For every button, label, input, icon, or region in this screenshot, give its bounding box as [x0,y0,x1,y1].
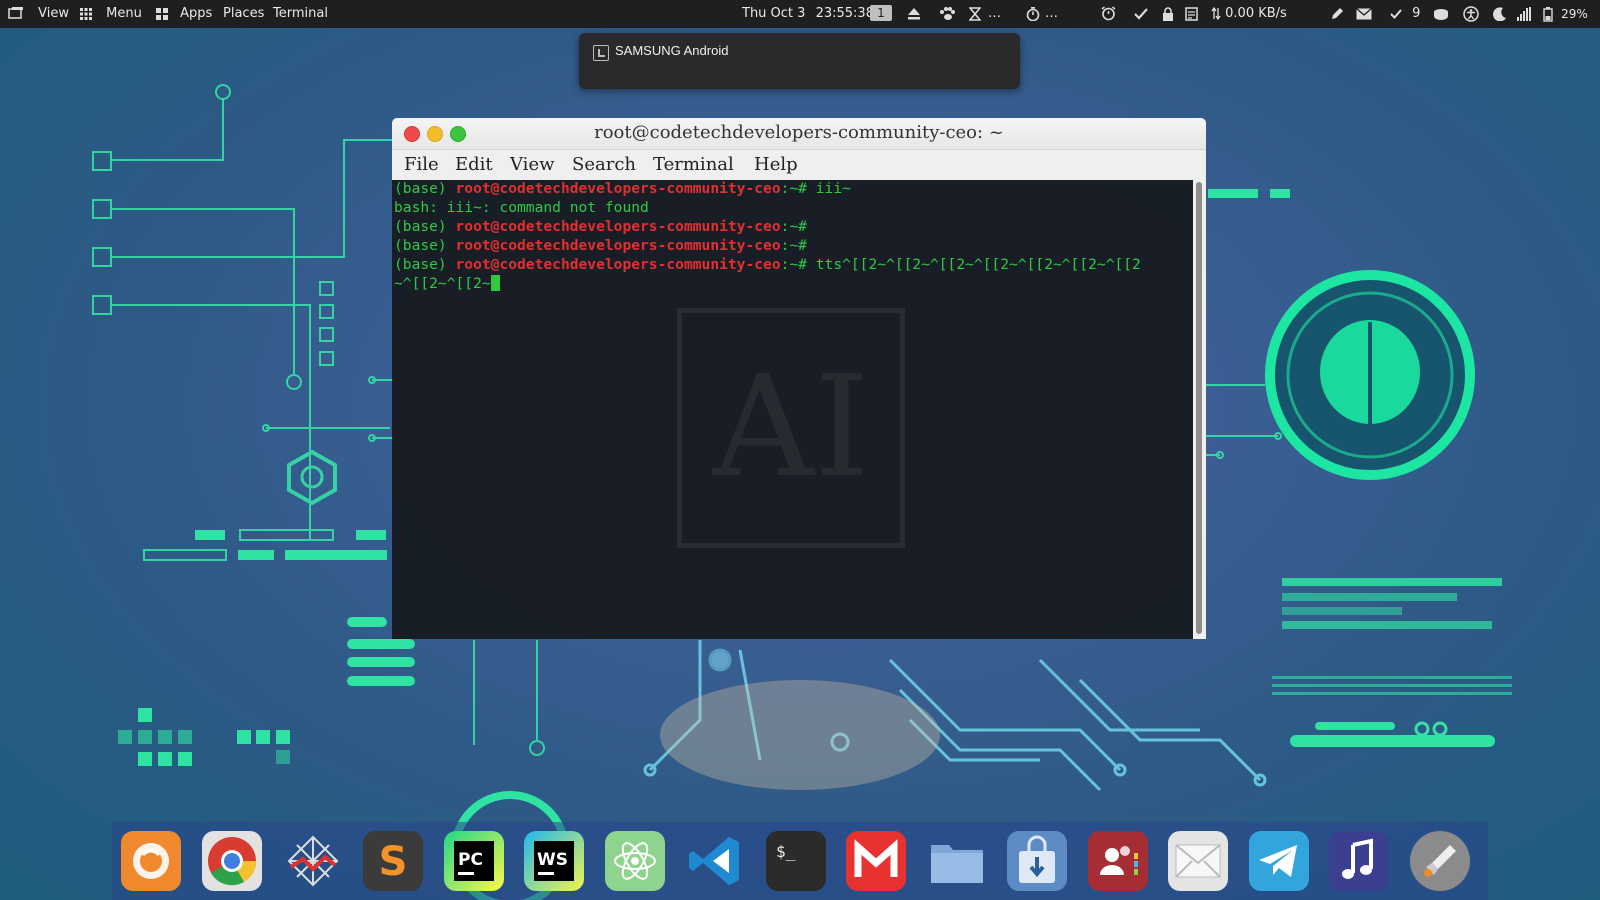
terminal-line: (base) root@codetechdevelopers-community… [394,237,807,254]
installer-icon[interactable] [1007,831,1067,891]
ellipsis-2[interactable]: … [1045,0,1058,28]
menu-terminal[interactable]: Terminal [653,154,734,175]
svg-text:$_: $_ [776,842,796,861]
notification-title: SAMSUNG Android [615,43,729,58]
sublime-icon[interactable]: S [363,831,423,891]
places-menu[interactable]: Places [223,0,264,28]
apps-grid-icon [156,7,168,20]
window-title: root@codetechdevelopers-community-ceo: ~ [594,122,1004,143]
updown-arrows-icon [1211,6,1221,21]
apps-label: Apps [180,6,213,21]
workspace-number: 1 [870,5,892,21]
svg-text:S: S [379,839,408,885]
scrollbar[interactable] [1193,180,1206,639]
terminal-line: (base) root@codetechdevelopers-community… [394,180,851,197]
eject-icon[interactable] [907,0,921,28]
files-icon[interactable] [927,831,987,891]
pycharm-icon[interactable]: PC [444,831,504,891]
terminal-menu[interactable]: Terminal [273,0,328,28]
notification-popup[interactable]: SAMSUNG Android [579,33,1020,89]
firefox-icon[interactable] [121,831,181,891]
menu-label: Menu [106,6,142,21]
launchpad-icon[interactable] [1410,831,1470,891]
updates-indicator[interactable]: 9 [1390,0,1420,28]
volume-icon[interactable] [1517,0,1531,28]
window-titlebar[interactable]: root@codetechdevelopers-community-ceo: ~ [392,118,1206,150]
menu-file[interactable]: File [404,154,439,175]
terminal-window: root@codetechdevelopers-community-ceo: ~… [392,118,1206,639]
music-note-icon [593,45,609,61]
battery-indicator[interactable]: 29% [1543,0,1588,28]
timer-icon[interactable] [1026,0,1040,28]
contacts-icon[interactable] [1088,831,1148,891]
vscode-icon[interactable] [685,831,745,891]
text-cursor [490,275,500,291]
mail-icon[interactable] [1168,831,1228,891]
menu-edit[interactable]: Edit [455,154,493,175]
menu-search[interactable]: Search [572,154,636,175]
net-speed-label: 0.00 KB/s [1225,6,1287,21]
accessibility-icon[interactable] [1463,0,1479,28]
terminal-line: (base) root@codetechdevelopers-community… [394,256,1141,273]
view-menu[interactable]: View [8,0,69,28]
grid-icon [80,7,92,20]
network-speed[interactable]: 0.00 KB/s [1211,0,1287,28]
date-label: Thu Oct 3 [742,6,806,21]
main-menu-button[interactable]: Menu [80,0,142,28]
terminal-icon[interactable]: $_ [766,831,826,891]
coffee-icon[interactable] [1433,0,1449,28]
pencil-icon[interactable] [1330,0,1344,28]
battery-percent: 29% [1561,7,1588,21]
terminal-menubar: File Edit View Search Terminal Help [392,150,1206,180]
apps-menu[interactable]: Apps [156,0,212,28]
telegram-icon[interactable] [1249,831,1309,891]
updates-check-icon [1390,8,1402,19]
atom-icon[interactable] [605,831,665,891]
terminal-line: ~^[[2~^[[2~ [394,275,500,292]
night-mode-icon[interactable] [1493,0,1507,28]
menu-view[interactable]: View [510,154,555,175]
time-label: 23:55:38 [815,6,874,21]
view-label: View [38,6,69,21]
svg-text:WS: WS [537,850,568,870]
lock-icon[interactable] [1162,0,1174,28]
window-icon [8,6,23,19]
terminal-line: (base) root@codetechdevelopers-community… [394,218,807,235]
ellipsis-1[interactable]: … [988,0,1001,28]
hourglass-icon[interactable] [968,0,982,28]
webstorm-icon[interactable]: WS [524,831,584,891]
alarm-icon[interactable] [1101,0,1116,28]
scrollbar-thumb[interactable] [1196,182,1202,634]
music-icon[interactable] [1329,831,1389,891]
mail-indicator-icon[interactable] [1356,0,1372,28]
gmail-icon[interactable] [846,831,906,891]
wallpaper-ai-text: AI [677,308,905,548]
terminal-line: bash: iii~: command not found [394,199,649,216]
pets-icon[interactable] [939,0,955,28]
top-panel: View Menu Apps Places Terminal Thu Oct 3… [0,0,1600,28]
wireshark-icon[interactable] [283,831,343,891]
battery-icon [1543,7,1553,22]
check-icon[interactable] [1134,0,1148,28]
svg-text:PC: PC [458,850,483,870]
clock[interactable]: Thu Oct 3 23:55:38 [742,0,874,28]
clipboard-icon[interactable] [1185,0,1198,28]
chrome-icon[interactable] [202,831,262,891]
terminal-output[interactable]: AI (base) root@codetechdevelopers-commun… [392,180,1193,639]
menu-help[interactable]: Help [754,154,798,175]
updates-count: 9 [1412,6,1421,21]
workspace-switcher[interactable]: 1 [870,0,892,28]
